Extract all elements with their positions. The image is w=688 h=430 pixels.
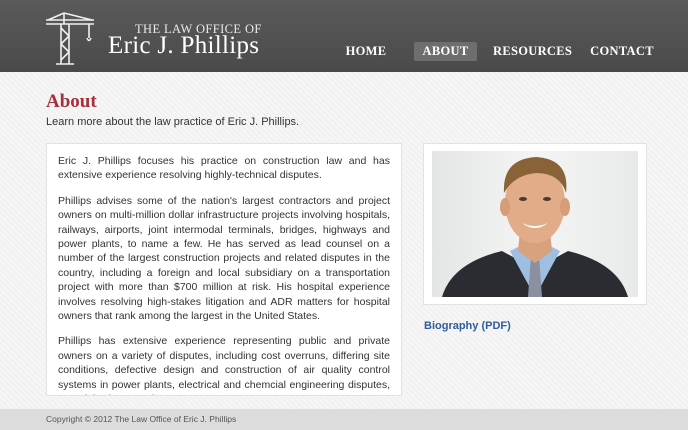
- nav-resources[interactable]: RESOURCES: [493, 42, 572, 61]
- about-text-panel: Eric J. Phillips focuses his practice on…: [46, 143, 402, 396]
- paragraph: Phillips has extensive experience repres…: [58, 335, 390, 395]
- page-subtitle: Learn more about the law practice of Eri…: [46, 116, 300, 128]
- portrait-frame: [423, 143, 647, 305]
- site-footer: Copyright © 2012 The Law Office of Eric …: [0, 409, 688, 430]
- nav-home[interactable]: HOME: [340, 42, 392, 61]
- biography-pdf-link[interactable]: Biography (PDF): [424, 320, 511, 332]
- logo-name[interactable]: Eric J. Phillips: [108, 32, 259, 60]
- site-header: THE LAW OFFICE OF Eric J. Phillips HOME …: [0, 0, 688, 72]
- paragraph: Phillips advises some of the nation's la…: [58, 194, 390, 323]
- portrait-photo: [432, 151, 638, 297]
- portrait-image: [442, 157, 628, 297]
- nav-about[interactable]: ABOUT: [414, 42, 477, 61]
- paragraph: Eric J. Phillips focuses his practice on…: [58, 155, 390, 182]
- page-title: About: [46, 91, 97, 112]
- copyright-text: Copyright © 2012 The Law Office of Eric …: [46, 414, 237, 424]
- nav-contact[interactable]: CONTACT: [589, 42, 655, 61]
- crane-icon[interactable]: [44, 10, 96, 66]
